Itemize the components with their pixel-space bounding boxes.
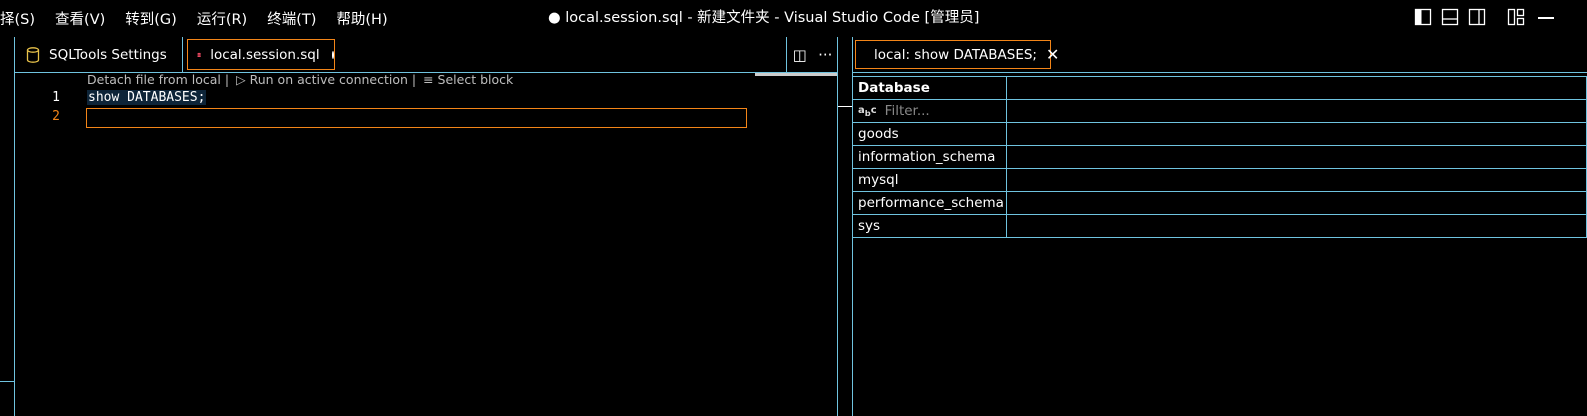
column-header[interactable]: Database xyxy=(852,76,1007,100)
layout-controls xyxy=(1414,8,1525,26)
menu-help[interactable]: 帮助(H) xyxy=(336,8,387,29)
empty-cell xyxy=(1005,122,1587,146)
editor-actions: ◫ ··· xyxy=(786,37,838,72)
table-row[interactable]: sys xyxy=(852,214,1587,238)
toggle-panel-icon[interactable] xyxy=(1441,8,1459,26)
database-icon xyxy=(26,46,40,63)
empty-cell xyxy=(1005,168,1587,192)
split-editor-icon[interactable]: ◫ xyxy=(793,46,807,64)
editor-group-divider[interactable] xyxy=(837,37,838,416)
database-cell[interactable]: goods xyxy=(852,122,1007,146)
table-row[interactable]: information_schema xyxy=(852,145,1587,169)
table-row[interactable]: goods xyxy=(852,122,1587,146)
tab-label: local: show DATABASES; xyxy=(874,46,1037,63)
toggle-primary-sidebar-icon[interactable] xyxy=(1414,8,1432,26)
menu-go[interactable]: 转到(G) xyxy=(125,8,177,29)
database-cell[interactable]: sys xyxy=(852,214,1007,238)
menu-bar: 择(S) 查看(V) 转到(G) 运行(R) 终端(T) 帮助(H) xyxy=(0,0,408,36)
more-actions-icon[interactable]: ··· xyxy=(818,46,832,64)
menu-selection[interactable]: 择(S) xyxy=(0,8,35,29)
activity-bar-marker xyxy=(0,381,14,382)
tab-label: SQLTools Settings xyxy=(49,46,167,63)
line-number: 2 xyxy=(52,109,60,124)
customize-layout-icon[interactable] xyxy=(1507,8,1525,26)
codelens-detach-link[interactable]: Detach file from local | xyxy=(87,72,229,87)
line-number: 1 xyxy=(52,90,60,105)
minimize-button[interactable] xyxy=(1538,17,1554,19)
menu-terminal[interactable]: 终端(T) xyxy=(267,8,316,29)
overview-ruler-marker xyxy=(838,106,852,107)
filter-cell[interactable]: abc Filter... xyxy=(852,99,1007,123)
menu-view[interactable]: 查看(V) xyxy=(55,8,105,29)
tab-local-session-sql[interactable]: local.session.sql xyxy=(187,39,335,70)
empty-cell xyxy=(1005,99,1587,123)
editor-tab-bar: SQLTools Settings local.session.sql ◫ ··… xyxy=(15,37,837,73)
window-title: ● local.session.sql - 新建文件夹 - Visual Stu… xyxy=(548,10,980,26)
table-header-row: Database xyxy=(852,76,1587,100)
empty-cell xyxy=(1005,145,1587,169)
toggle-secondary-sidebar-icon[interactable] xyxy=(1468,8,1486,26)
table-row[interactable]: mysql xyxy=(852,168,1587,192)
database-stack-icon xyxy=(197,52,201,57)
unsaved-dot-icon[interactable] xyxy=(331,50,334,59)
activity-bar-border xyxy=(14,37,15,416)
close-icon[interactable]: ✕ xyxy=(1046,45,1059,64)
empty-cell xyxy=(1005,76,1587,100)
menu-run[interactable]: 运行(R) xyxy=(197,8,247,29)
database-cell[interactable]: performance_schema xyxy=(852,191,1007,215)
results-tab-bar: local: show DATABASES; ✕ xyxy=(853,37,1587,73)
empty-cell xyxy=(1005,214,1587,238)
code-line[interactable]: show DATABASES; xyxy=(87,90,207,105)
tab-sqltools-settings[interactable]: SQLTools Settings xyxy=(15,37,183,72)
codelens-bar: Detach file from local | ▷ Run on active… xyxy=(87,72,516,87)
codelens-select-link[interactable]: ≡ Select block xyxy=(423,72,513,87)
filter-row: abc Filter... xyxy=(852,99,1587,123)
table-row[interactable]: performance_schema xyxy=(852,191,1587,215)
filter-input[interactable]: Filter... xyxy=(885,103,930,119)
database-cell[interactable]: mysql xyxy=(852,168,1007,192)
empty-cell xyxy=(1005,191,1587,215)
database-cell[interactable]: information_schema xyxy=(852,145,1007,169)
tab-query-results[interactable]: local: show DATABASES; ✕ xyxy=(855,40,1059,69)
codelens-run-link[interactable]: ▷ Run on active connection | xyxy=(236,72,416,87)
text-filter-icon: abc xyxy=(858,104,877,118)
results-table: Database abc Filter... goods information… xyxy=(852,76,1587,238)
minimap-slider[interactable] xyxy=(755,73,837,76)
tab-label: local.session.sql xyxy=(210,46,320,63)
title-bar: 择(S) 查看(V) 转到(G) 运行(R) 终端(T) 帮助(H) ● loc… xyxy=(0,0,1587,36)
current-line-highlight[interactable] xyxy=(86,108,747,128)
